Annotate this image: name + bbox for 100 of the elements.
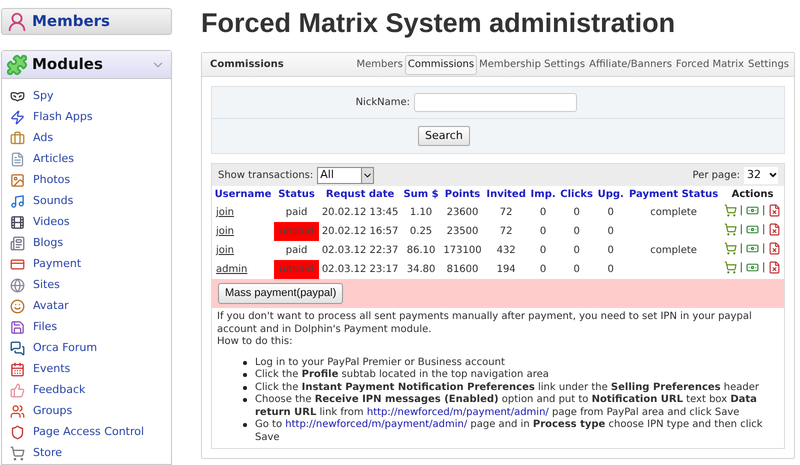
module-link[interactable]: Store	[33, 445, 62, 462]
module-link[interactable]: Videos	[33, 214, 70, 231]
separator: |	[762, 242, 766, 256]
sum-cell: 86.10	[406, 245, 436, 256]
cart-icon[interactable]	[724, 204, 737, 217]
payment-admin-link[interactable]: http://newforced/m/payment/admin/	[366, 406, 549, 418]
instructions-text: If you don't want to process all sent payments manually after payment, you need to set IPN in your paypal account and in Dolphin's Payment module.	[217, 311, 753, 336]
date-cell: 02.03.12 22:37	[322, 245, 398, 256]
invited-cell: 432	[496, 245, 516, 256]
document-x-icon[interactable]	[768, 242, 782, 255]
separator: |	[740, 261, 744, 275]
module-link[interactable]: Feedback	[33, 382, 86, 399]
impressions-cell: 0	[540, 207, 546, 218]
instruction-step: Click the Instant Payment Notification Preferences link under the Selling Preferences header	[255, 382, 760, 394]
separator: |	[762, 261, 766, 275]
tab[interactable]: Commissions	[404, 54, 478, 74]
cart-icon[interactable]	[724, 261, 737, 274]
shield-icon	[10, 425, 25, 440]
document-x-icon[interactable]	[768, 223, 782, 236]
tab[interactable]: Affiliate/Banners	[587, 54, 674, 74]
face-icon	[10, 299, 25, 314]
points-cell: 81600	[446, 264, 478, 275]
column-header: Clicks	[559, 188, 594, 202]
username-link[interactable]: join	[216, 226, 234, 237]
module-link[interactable]: Sites	[33, 277, 60, 294]
tab[interactable]: Members	[354, 54, 405, 74]
module-link[interactable]: Blogs	[33, 235, 64, 252]
module-link[interactable]: Photos	[33, 172, 70, 189]
status-label: unpaid	[274, 222, 319, 241]
column-header: Requst date	[324, 188, 396, 202]
film-icon	[10, 215, 25, 230]
invited-cell: 72	[500, 226, 512, 237]
date-cell: 02.03.12 23:17	[322, 264, 398, 275]
caret-icon	[768, 170, 778, 180]
module-link[interactable]: Articles	[33, 151, 74, 168]
clicks-cell: 0	[573, 245, 580, 256]
banknote-icon[interactable]	[746, 261, 760, 274]
search-button[interactable]: Search	[418, 126, 470, 146]
bullet-icon	[243, 386, 247, 390]
tab[interactable]: Forced Matrix	[674, 54, 746, 74]
bullet-icon	[243, 423, 247, 427]
members-title: Members	[32, 11, 110, 32]
username-link[interactable]: join	[216, 245, 234, 256]
newspaper-icon	[10, 236, 25, 251]
caret-icon	[361, 168, 374, 182]
banknote-icon[interactable]	[746, 242, 760, 255]
module-link[interactable]: Groups	[33, 403, 72, 420]
module-link[interactable]: Avatar	[33, 298, 69, 315]
calendar-icon	[10, 362, 25, 377]
upgrades-cell: 0	[608, 207, 614, 218]
page-title: Forced Matrix System administration	[201, 7, 676, 40]
module-link[interactable]: Sounds	[33, 193, 74, 210]
module-link[interactable]: Files	[33, 319, 58, 336]
mass-payment-button[interactable]: Mass payment(paypal)	[218, 283, 344, 304]
separator: |	[740, 204, 744, 218]
per-page-label: Per page:	[692, 168, 740, 182]
document-x-icon[interactable]	[768, 204, 782, 217]
chat-icon	[10, 341, 25, 356]
bullet-icon	[243, 373, 247, 377]
username-link[interactable]: join	[216, 207, 234, 218]
per-page-select[interactable]: 32	[744, 166, 778, 184]
tab[interactable]: Membership Settings	[477, 54, 588, 74]
payment-status-cell: complete	[650, 245, 697, 256]
cart-icon[interactable]	[724, 242, 737, 255]
user-icon	[6, 10, 28, 32]
invited-cell: 194	[496, 264, 516, 275]
modules-title: Modules	[32, 54, 104, 76]
username-link[interactable]: admin	[216, 264, 248, 275]
banknote-icon[interactable]	[746, 223, 760, 236]
upgrades-cell: 0	[608, 245, 614, 256]
separator: |	[740, 223, 744, 237]
column-header: Sum $	[402, 188, 440, 202]
column-header: Invited	[485, 188, 527, 202]
module-link[interactable]: Page Access Control	[33, 424, 144, 441]
document-icon	[10, 152, 25, 167]
module-link[interactable]: Orca Forum	[33, 340, 98, 357]
separator: |	[762, 204, 766, 218]
tab[interactable]: Settings	[746, 54, 791, 74]
mask-icon	[10, 89, 25, 104]
module-link[interactable]: Spy	[33, 88, 54, 105]
cart-icon[interactable]	[724, 223, 737, 236]
module-link[interactable]: Ads	[33, 130, 54, 147]
modules-header[interactable]: Modules	[2, 51, 171, 79]
clicks-cell: 0	[573, 207, 580, 218]
payment-admin-link[interactable]: http://newforced/m/payment/admin/	[285, 419, 468, 430]
globe-icon	[10, 278, 25, 293]
document-x-icon[interactable]	[768, 261, 782, 274]
transactions-select[interactable]: All	[317, 166, 374, 184]
module-link[interactable]: Flash Apps	[33, 109, 93, 126]
bullet-icon	[243, 360, 247, 364]
module-link[interactable]: Events	[33, 361, 70, 378]
column-header: Status	[277, 188, 316, 202]
credit-card-icon	[10, 257, 25, 272]
points-cell: 173100	[443, 245, 482, 256]
instruction-step: Log in to your PayPal Premier or Business account	[255, 356, 505, 369]
members-header[interactable]: Members	[1, 8, 172, 35]
module-link[interactable]: Payment	[33, 256, 82, 273]
banknote-icon[interactable]	[746, 204, 760, 217]
nickname-input[interactable]	[414, 93, 577, 112]
column-header: Upg.	[596, 188, 625, 202]
